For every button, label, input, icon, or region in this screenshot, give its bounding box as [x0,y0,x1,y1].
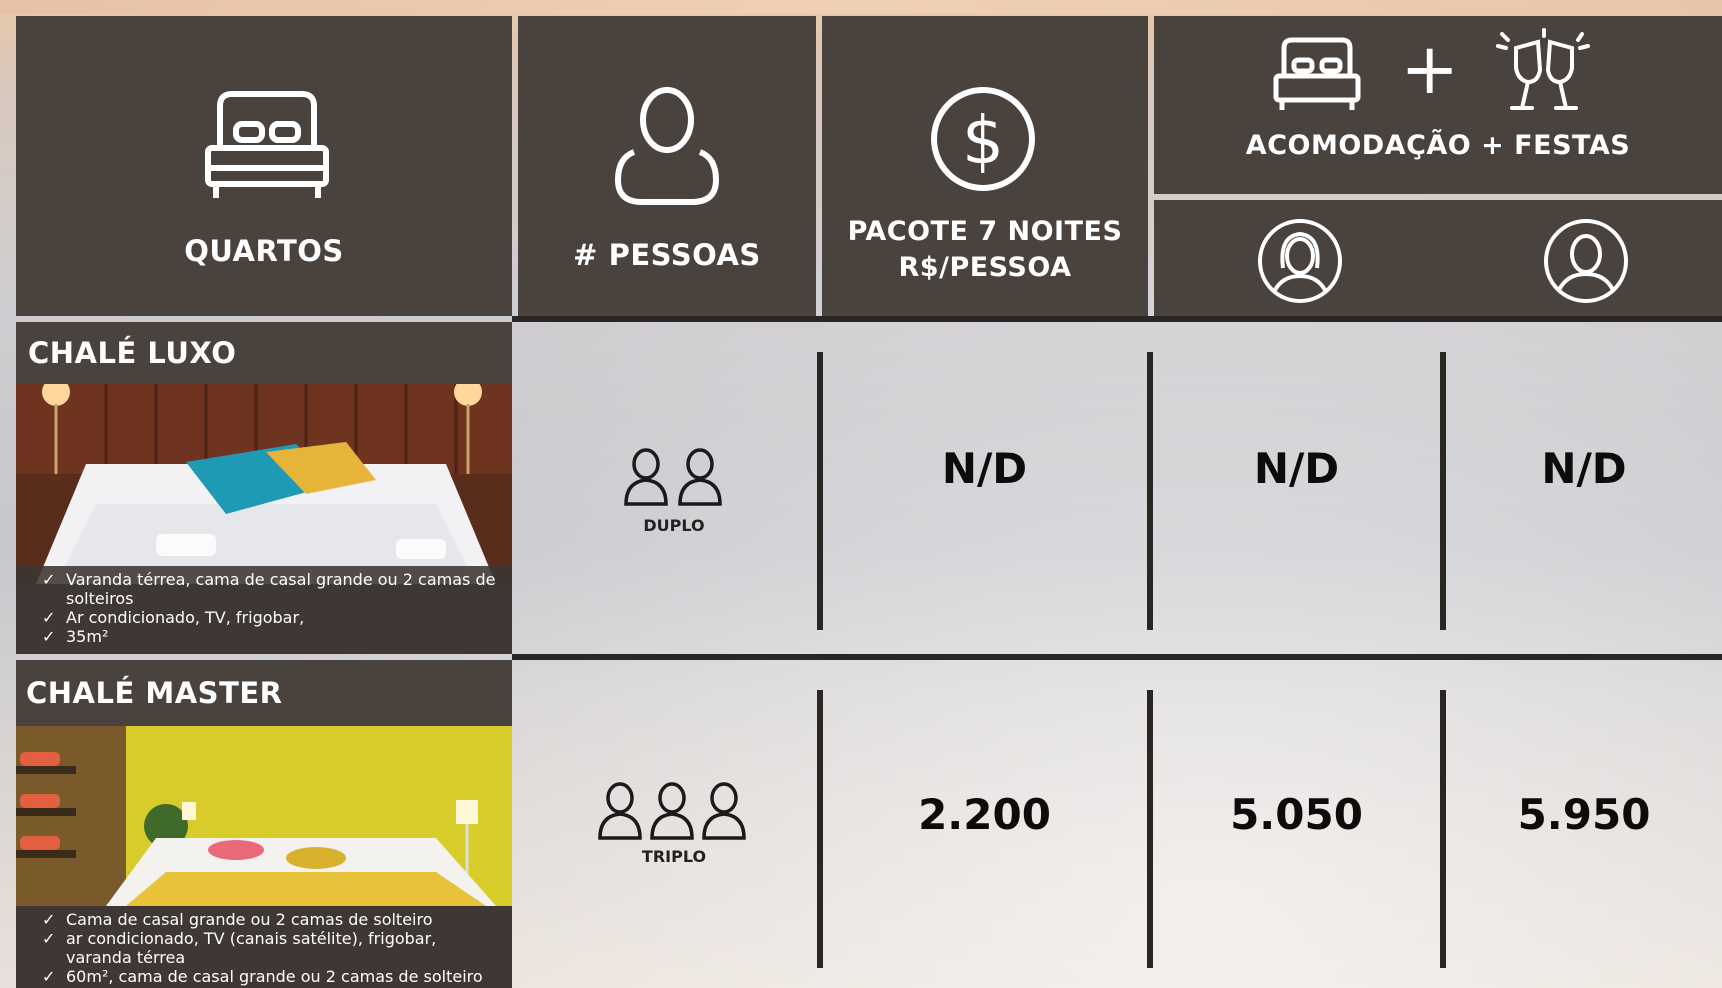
header-rooms-cell: QUARTOS [16,16,512,316]
woman-avatar-icon [1258,219,1342,303]
package-title-line1: PACOTE 7 NOITES [847,216,1123,247]
room-card: CHALÉ LUXO Varanda térrea, [16,322,512,654]
feature-item: Ar condicionado, TV, frigobar, [32,608,502,627]
feature-item: ar condicionado, TV (canais satélite), f… [32,929,502,967]
price-female: N/D [1253,444,1340,493]
room-photo [16,726,512,906]
feature-item: 60m², cama de casal grande ou 2 camas de… [32,967,502,986]
occupancy-label: DUPLO [643,516,705,535]
person-icon [614,87,720,205]
room-name: CHALÉ LUXO [28,336,237,370]
rooms-column-title: QUARTOS [184,234,344,268]
price-female: 5.050 [1230,790,1363,839]
room-features: Cama de casal grande ou 2 camas de solte… [16,906,512,988]
row-divider [512,654,1722,660]
occupancy-label: TRIPLO [641,847,707,866]
package-title-line2: R$/PESSOA [898,252,1072,283]
header-female-cell [1154,200,1722,316]
feature-item: 35m² [32,627,502,646]
svg-text:$: $ [962,102,1004,179]
sunset-strip [0,0,1722,14]
man-avatar-icon [1544,219,1628,303]
package-price: N/D [941,444,1028,493]
two-people-icon [624,448,722,506]
feature-item: Varanda térrea, cama de casal grande ou … [32,570,502,608]
people-column-title: # PESSOAS [573,238,761,272]
price-male: N/D [1541,444,1627,493]
header-package-cell: $ PACOTE 7 NOITES R$/PESSOA [822,16,1148,316]
room-features: Varanda térrea, cama de casal grande ou … [16,566,512,654]
price-male: 5.950 [1517,790,1651,839]
package-price: 2.200 [918,790,1051,839]
header-people-cell: # PESSOAS [518,16,816,316]
room-photo [16,384,512,584]
room-name: CHALÉ MASTER [26,676,283,710]
header-combo-cell: + ACOMODAÇÃO + FESTAS [1154,16,1722,194]
three-people-icon [598,782,746,840]
plus-icon: + [1400,28,1460,110]
bed-icon [1273,37,1361,110]
row-divider [512,316,1722,322]
room-card: CHALÉ MASTER Cama de casal grande ou 2 c… [16,660,512,988]
feature-item: Cama de casal grande ou 2 camas de solte… [32,910,502,929]
combo-column-title: ACOMODAÇÃO + FESTAS [1245,130,1631,161]
bed-icon [205,91,329,198]
dollar-coin-icon: $ [931,87,1035,191]
champagne-toast-icon [1496,28,1590,110]
